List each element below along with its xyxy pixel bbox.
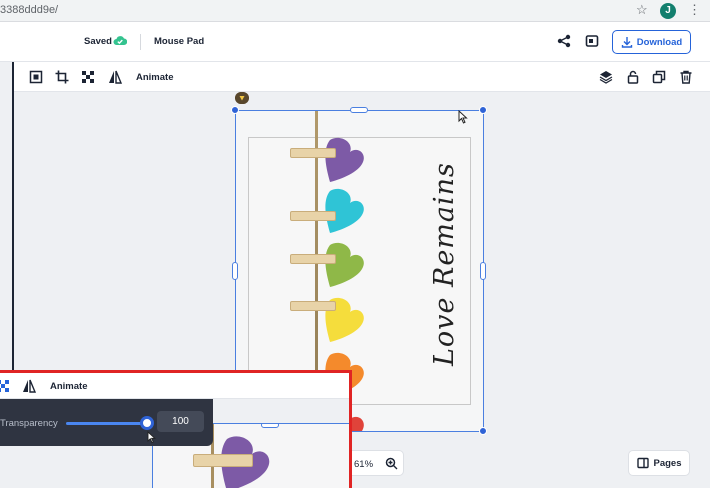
app-header: Saved Mouse Pad Download [0,22,710,62]
cloud-check-icon [113,36,127,45]
heart-green [325,242,364,287]
love-remains-text[interactable]: Love Remains [429,162,460,366]
clothespin [290,254,336,264]
panel-edge [12,62,14,372]
transparency-icon[interactable] [0,379,10,393]
flip-icon[interactable] [22,379,36,393]
profile-avatar[interactable]: J [660,3,676,19]
present-icon[interactable] [585,34,599,48]
resize-handle-top-right[interactable] [479,106,487,114]
inset-animate-button[interactable]: Animate [50,381,87,392]
transparency-label: Transparency [0,418,58,429]
saved-status: Saved [84,36,112,47]
zoom-in-icon[interactable] [385,457,398,470]
zoom-inset-callout: Animate Transparency 100 [0,370,352,488]
clothespin [290,211,336,221]
inset-resize-handle-top [261,424,279,428]
header-divider [140,34,141,50]
resize-handle-right[interactable] [480,262,486,280]
pages-label: Pages [653,457,682,469]
transparency-slider-thumb[interactable] [140,416,154,430]
kebab-icon[interactable]: ⋮ [688,2,701,18]
resize-handle-bottom-right[interactable] [479,427,487,435]
layers-icon[interactable] [599,70,613,84]
share-icon[interactable] [557,34,571,48]
flip-icon[interactable] [108,70,122,84]
download-icon [621,37,632,48]
transparency-slider-track[interactable] [66,422,148,425]
resize-handle-top-left[interactable] [231,106,239,114]
lock-badge-icon[interactable] [235,92,249,104]
animate-button[interactable]: Animate [136,72,173,83]
transparency-icon[interactable] [81,70,95,84]
star-icon[interactable]: ☆ [636,2,648,18]
duplicate-icon[interactable] [652,70,666,84]
document-title[interactable]: Mouse Pad [154,36,204,47]
clothespin [290,301,336,311]
inset-toolbar: Animate [0,373,349,399]
transparency-popover: Transparency 100 [0,399,213,446]
pages-icon [636,457,649,469]
pages-button[interactable]: Pages [628,450,690,476]
crop-icon[interactable] [55,70,69,84]
cursor-icon [458,110,468,124]
url-text[interactable]: 3388ddd9e/ [0,4,58,16]
download-label: Download [636,36,683,48]
clothespin [290,148,336,158]
trash-icon[interactable] [679,70,693,84]
inset-clothespin [193,454,253,467]
resize-icon[interactable] [29,70,43,84]
transparency-value-input[interactable]: 100 [157,411,204,432]
download-button[interactable]: Download [612,30,691,54]
resize-handle-left[interactable] [232,262,238,280]
browser-url-bar[interactable]: 3388ddd9e/ ☆ J ⋮ [0,0,710,22]
resize-handle-top[interactable] [350,107,368,113]
zoom-level[interactable]: 61% [354,459,373,470]
cursor-icon [147,431,156,443]
element-toolbar: Animate [14,62,710,92]
heart-purple [325,137,364,182]
unlock-icon[interactable] [626,70,640,84]
